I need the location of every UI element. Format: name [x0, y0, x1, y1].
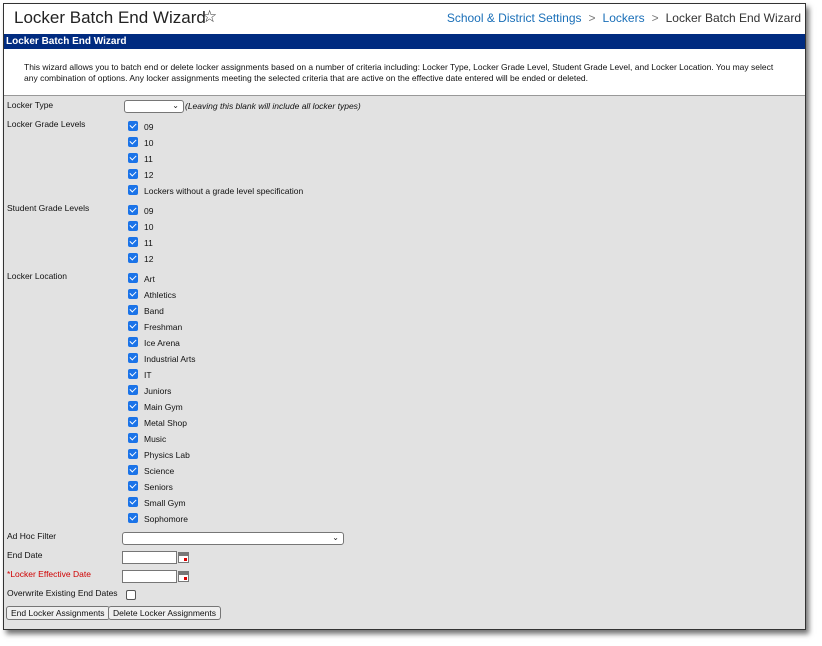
locker-grade-option-label: 09	[144, 122, 154, 132]
locker-type-select[interactable]: ⌄	[124, 100, 184, 113]
end-date-label: End Date	[7, 550, 43, 560]
wizard-form: Locker Type ⌄ (Leaving this blank will i…	[4, 96, 805, 628]
page-title: Locker Batch End Wizard	[14, 8, 206, 27]
locker-grade-option-label: 12	[144, 170, 154, 180]
locker-location-checkbox[interactable]	[128, 353, 138, 363]
calendar-icon[interactable]	[178, 571, 189, 582]
locker-location-option-label: Physics Lab	[144, 450, 190, 460]
student-grade-option-label: 11	[144, 238, 153, 248]
student-grade-checkbox[interactable]	[128, 205, 138, 215]
page-header: Locker Batch End Wizard ☆ School & Distr…	[4, 4, 805, 34]
student-grade-checkbox[interactable]	[128, 253, 138, 263]
overwrite-end-dates-label: Overwrite Existing End Dates	[7, 588, 118, 598]
chevron-right-icon: >	[651, 11, 659, 25]
locker-location-checkbox[interactable]	[128, 369, 138, 379]
end-locker-assignments-button[interactable]: End Locker Assignments	[6, 606, 110, 620]
locker-location-option-label: Small Gym	[144, 498, 186, 508]
chevron-right-icon: >	[588, 11, 596, 25]
student-grade-option-label: 10	[144, 222, 154, 232]
locker-location-option-label: Freshman	[144, 322, 183, 332]
end-date-input[interactable]	[122, 551, 177, 564]
locker-location-option-label: Science	[144, 466, 175, 476]
locker-location-checkbox[interactable]	[128, 481, 138, 491]
ad-hoc-filter-label: Ad Hoc Filter	[7, 531, 57, 541]
locker-grade-option-label: 11	[144, 154, 153, 164]
locker-location-option-label: Ice Arena	[144, 338, 180, 348]
intro-text: This wizard allows you to batch end or d…	[4, 49, 805, 96]
student-grade-option-label: 12	[144, 254, 154, 264]
locker-grade-checkbox[interactable]	[128, 185, 138, 195]
locker-location-option-label: Industrial Arts	[144, 354, 196, 364]
locker-location-option-label: Metal Shop	[144, 418, 187, 428]
breadcrumb-school-district-settings[interactable]: School & District Settings	[447, 11, 582, 25]
delete-locker-assignments-button[interactable]: Delete Locker Assignments	[108, 606, 221, 620]
locker-location-option-label: Juniors	[144, 386, 172, 396]
ad-hoc-filter-select[interactable]: ⌄	[122, 532, 344, 545]
locker-location-label: Locker Location	[7, 271, 68, 281]
locker-grade-levels-label: Locker Grade Levels	[7, 119, 86, 129]
overwrite-end-dates-checkbox[interactable]	[126, 590, 136, 600]
locker-grade-option-label: Lockers without a grade level specificat…	[144, 186, 304, 196]
locker-location-checkbox[interactable]	[128, 497, 138, 507]
locker-location-checkbox[interactable]	[128, 337, 138, 347]
locker-location-option-label: Main Gym	[144, 402, 183, 412]
locker-grade-checkbox[interactable]	[128, 153, 138, 163]
locker-location-checkbox[interactable]	[128, 401, 138, 411]
locker-location-checkbox[interactable]	[128, 465, 138, 475]
student-grade-checkbox[interactable]	[128, 221, 138, 231]
locker-type-hint: (Leaving this blank will include all loc…	[185, 101, 361, 111]
locker-location-checkbox[interactable]	[128, 513, 138, 523]
locker-effective-date-label: *Locker Effective Date	[7, 569, 91, 579]
locker-location-option-label: IT	[144, 370, 152, 380]
student-grade-option-label: 09	[144, 206, 154, 216]
locker-location-option-label: Band	[144, 306, 164, 316]
locker-location-option-label: Music	[144, 434, 167, 444]
locker-location-checkbox[interactable]	[128, 273, 138, 283]
calendar-icon[interactable]	[178, 552, 189, 563]
locker-location-checkbox[interactable]	[128, 321, 138, 331]
breadcrumb-current: Locker Batch End Wizard	[665, 11, 801, 25]
locker-grade-checkbox[interactable]	[128, 121, 138, 131]
breadcrumb-lockers[interactable]: Lockers	[603, 11, 645, 25]
locker-location-checkbox[interactable]	[128, 417, 138, 427]
locker-type-label: Locker Type	[7, 100, 54, 110]
locker-location-checkbox[interactable]	[128, 305, 138, 315]
locker-effective-date-text: Locker Effective Date	[10, 569, 91, 579]
favorite-star-icon[interactable]: ☆	[202, 7, 217, 27]
locker-location-option-label: Art	[144, 274, 155, 284]
student-grade-levels-label: Student Grade Levels	[7, 203, 90, 213]
breadcrumb: School & District Settings > Lockers > Locke…	[447, 11, 801, 25]
locker-location-checkbox[interactable]	[128, 289, 138, 299]
locker-location-checkbox[interactable]	[128, 433, 138, 443]
locker-location-option-label: Sophomore	[144, 514, 188, 524]
locker-location-checkbox[interactable]	[128, 385, 138, 395]
chevron-down-icon: ⌄	[332, 533, 339, 542]
chevron-down-icon: ⌄	[172, 101, 179, 110]
locker-location-checkbox[interactable]	[128, 449, 138, 459]
locker-effective-date-input[interactable]	[122, 570, 177, 583]
locker-grade-checkbox[interactable]	[128, 169, 138, 179]
locker-grade-option-label: 10	[144, 138, 154, 148]
window: Locker Batch End Wizard ☆ School & Distr…	[3, 3, 806, 630]
locker-grade-checkbox[interactable]	[128, 137, 138, 147]
section-title-bar: Locker Batch End Wizard	[4, 34, 805, 49]
student-grade-checkbox[interactable]	[128, 237, 138, 247]
locker-location-option-label: Seniors	[144, 482, 173, 492]
locker-location-option-label: Athletics	[144, 290, 177, 300]
